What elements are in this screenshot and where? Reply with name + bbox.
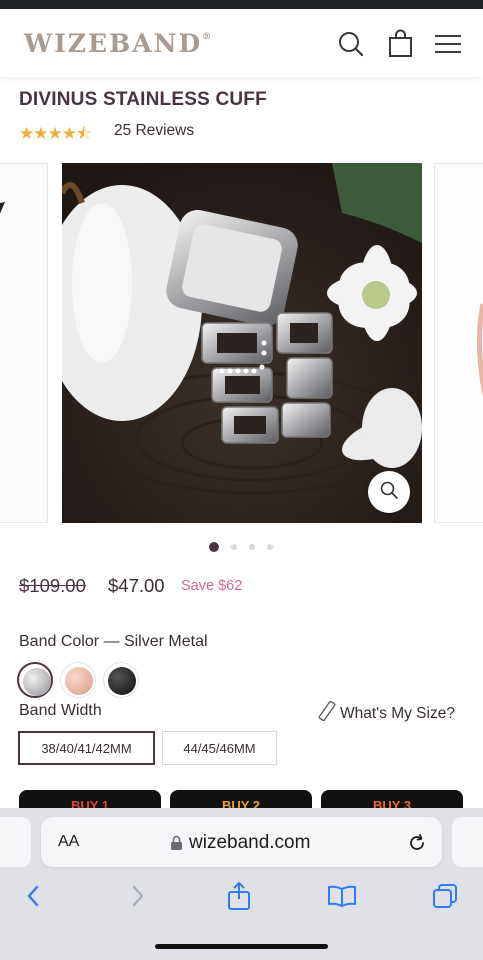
- carousel-dot[interactable]: [209, 542, 219, 552]
- carousel-next-slide[interactable]: [434, 163, 483, 523]
- product-title: DIVINUS STAINLESS CUFF: [19, 89, 267, 110]
- ruler-icon: [318, 700, 336, 726]
- tabs-icon[interactable]: [429, 880, 461, 912]
- carousel-dot[interactable]: [267, 544, 273, 550]
- bookmarks-icon[interactable]: [326, 880, 358, 912]
- lock-icon: [170, 835, 183, 856]
- swatch-rose-gold[interactable]: [60, 662, 96, 698]
- home-indicator: [155, 944, 328, 949]
- size-guide-label: What's My Size?: [340, 704, 455, 722]
- carousel-dots: [209, 542, 273, 552]
- text-size-button[interactable]: AA: [58, 833, 79, 851]
- band-color-label: Band Color — Silver Metal: [19, 633, 208, 650]
- swatch-rose-gold-fill: [65, 667, 93, 695]
- original-price: $109.00: [19, 575, 86, 596]
- size-option-large[interactable]: 44/45/46MM: [162, 731, 277, 765]
- forward-icon[interactable]: [122, 880, 154, 912]
- swatch-silver[interactable]: [17, 662, 53, 698]
- back-icon[interactable]: [17, 880, 49, 912]
- zoom-button[interactable]: [368, 471, 410, 513]
- url-text[interactable]: wizeband.com: [189, 832, 310, 854]
- search-icon[interactable]: [336, 29, 366, 59]
- carousel-prev-slide[interactable]: [0, 163, 48, 523]
- menu-icon[interactable]: [433, 29, 463, 59]
- reviews-link[interactable]: 25 Reviews: [114, 122, 194, 140]
- carousel-dot[interactable]: [231, 544, 237, 550]
- next-tab-peek[interactable]: [452, 817, 483, 867]
- carousel-dot[interactable]: [249, 544, 255, 550]
- share-icon[interactable]: [223, 880, 255, 912]
- zoom-icon: [379, 480, 399, 505]
- registered-mark: ®: [202, 32, 212, 42]
- size-guide-link[interactable]: What's My Size?: [318, 700, 455, 726]
- status-bar: [0, 0, 483, 9]
- sale-price: $47.00: [108, 575, 165, 596]
- text-size-label: AA: [58, 833, 80, 850]
- logo-text: WIZEBAND: [24, 29, 203, 58]
- previous-tab-peek[interactable]: [0, 817, 31, 867]
- product-image[interactable]: [62, 163, 422, 523]
- swatch-black-fill: [108, 667, 136, 695]
- site-header: WIZEBAND®: [0, 9, 483, 77]
- band-width-label: Band Width: [19, 702, 102, 719]
- savings-label: Save $62: [181, 578, 243, 594]
- reload-icon[interactable]: [406, 832, 428, 859]
- swatch-black[interactable]: [103, 662, 139, 698]
- rating-stars[interactable]: ★★★★⯪: [19, 121, 92, 150]
- swatch-silver-fill: [23, 668, 51, 696]
- brand-logo[interactable]: WIZEBAND®: [24, 29, 211, 58]
- size-option-small[interactable]: 38/40/41/42MM: [18, 731, 155, 765]
- cart-icon[interactable]: [386, 29, 416, 59]
